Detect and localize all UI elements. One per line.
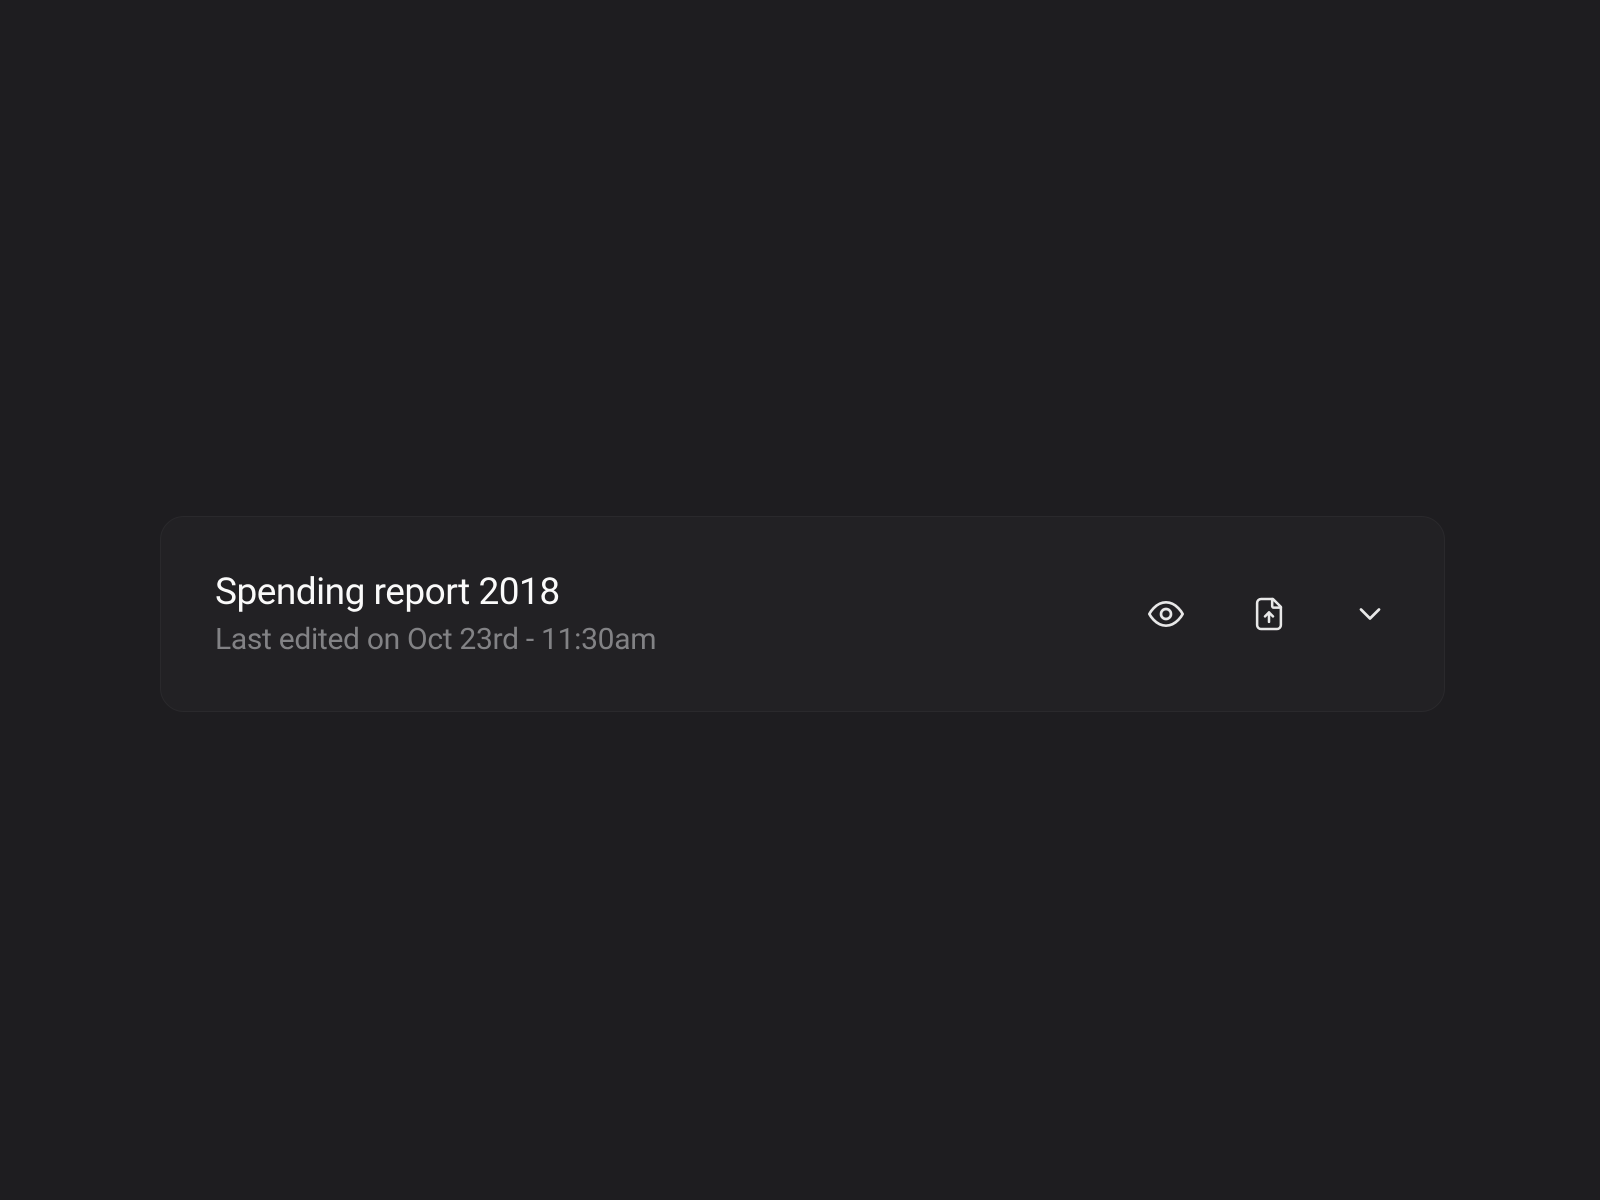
document-title: Spending report 2018 (215, 571, 656, 614)
eye-icon (1146, 594, 1186, 634)
file-upload-icon (1250, 595, 1288, 633)
chevron-down-icon (1352, 596, 1388, 632)
view-button[interactable] (1146, 594, 1186, 634)
document-text-group: Spending report 2018 Last edited on Oct … (215, 571, 656, 657)
upload-button[interactable] (1250, 595, 1288, 633)
document-card: Spending report 2018 Last edited on Oct … (160, 516, 1445, 712)
document-actions (1146, 594, 1388, 634)
expand-button[interactable] (1352, 596, 1388, 632)
document-subtitle: Last edited on Oct 23rd - 11:30am (215, 622, 656, 657)
